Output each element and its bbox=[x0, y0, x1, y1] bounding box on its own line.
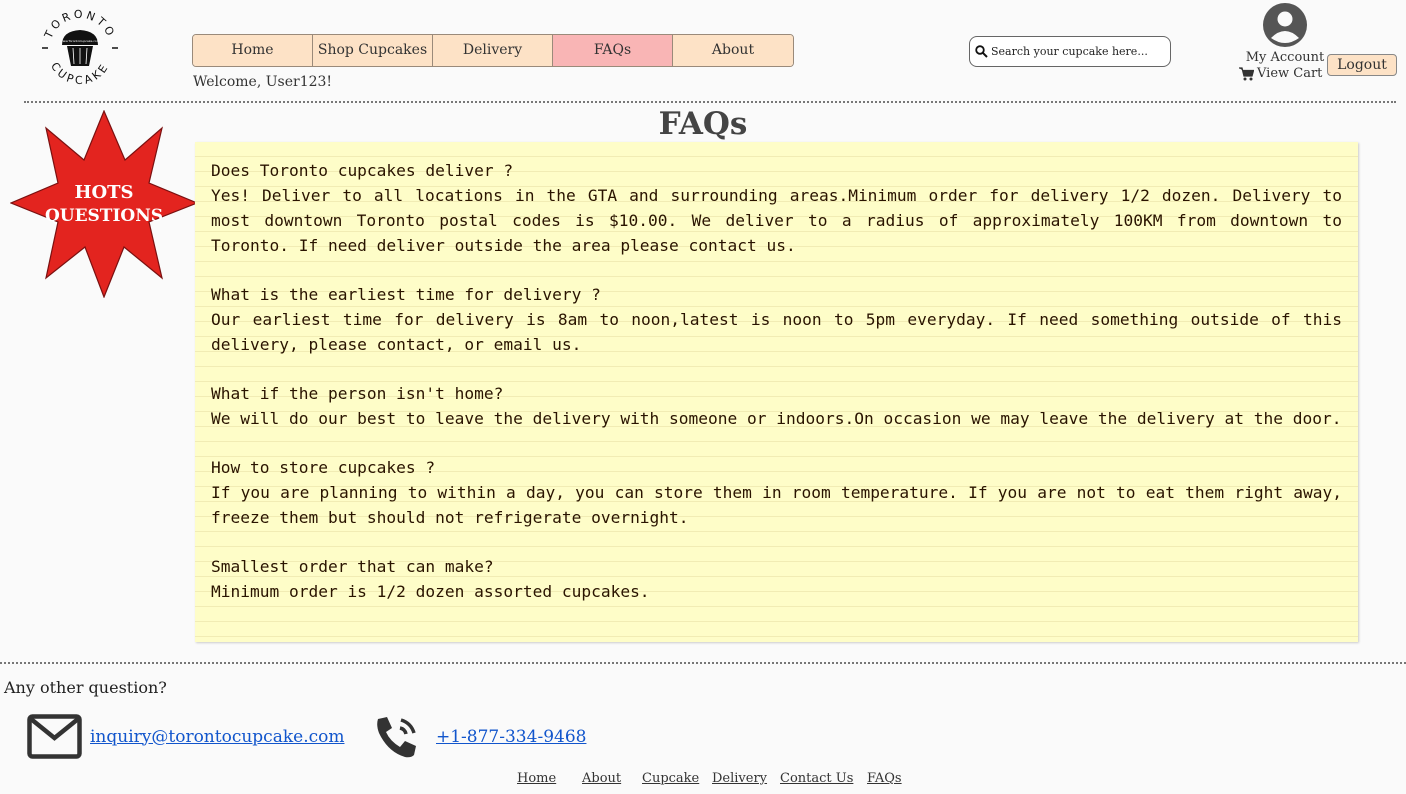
phone-icon bbox=[377, 717, 416, 758]
header-divider bbox=[24, 101, 1396, 103]
cart-icon bbox=[1239, 66, 1254, 80]
faq-question: How to store cupcakes ? bbox=[211, 458, 436, 477]
search-box[interactable] bbox=[969, 36, 1171, 67]
cupcake-logo-icon: TORONTO CUPCAKE www.TorontoCupcake.com bbox=[42, 8, 118, 87]
footer-link-cupcake[interactable]: Cupcake bbox=[642, 771, 699, 786]
nav-shop-cupcakes[interactable]: Shop Cupcakes bbox=[313, 35, 433, 66]
footer-link-faqs[interactable]: FAQs bbox=[867, 771, 902, 786]
faq-item: What is the earliest time for delivery ?… bbox=[211, 282, 1342, 357]
faq-answer: We will do our best to leave the deliver… bbox=[211, 409, 1342, 428]
faq-item: Smallest order that can make? Minimum or… bbox=[211, 554, 1342, 604]
view-cart-label: View Cart bbox=[1257, 66, 1323, 81]
email-contact: inquiry@torontocupcake.com bbox=[27, 714, 344, 759]
faq-question: What is the earliest time for delivery ? bbox=[211, 285, 601, 304]
my-account-label: My Account bbox=[1245, 50, 1325, 65]
welcome-message: Welcome, User123! bbox=[193, 74, 333, 90]
footer-link-delivery[interactable]: Delivery bbox=[712, 771, 767, 786]
nav-about[interactable]: About bbox=[673, 35, 793, 66]
faq-item: Does Toronto cupcakes deliver ? Yes! Del… bbox=[211, 158, 1342, 258]
other-question-heading: Any other question? bbox=[4, 678, 167, 697]
faq-question: Smallest order that can make? bbox=[211, 557, 494, 576]
envelope-icon bbox=[27, 714, 82, 759]
phone-link[interactable]: +1-877-334-9468 bbox=[436, 727, 586, 747]
badge-line2: QUESTIONS bbox=[45, 206, 163, 226]
faq-question: Does Toronto cupcakes deliver ? bbox=[211, 161, 514, 180]
footer-link-home[interactable]: Home bbox=[517, 771, 556, 786]
badge-line1: HOTS bbox=[74, 182, 133, 203]
footer-link-contact-us[interactable]: Contact Us bbox=[780, 771, 853, 786]
logo-tiny-text: www.TorontoCupcake.com bbox=[60, 39, 99, 43]
phone-contact: +1-877-334-9468 bbox=[374, 714, 586, 760]
page-title: FAQs bbox=[658, 106, 748, 142]
faq-answer: Our earliest time for delivery is 8am to… bbox=[211, 310, 1342, 354]
faq-question: What if the person isn't home? bbox=[211, 384, 504, 403]
user-icon bbox=[1263, 3, 1307, 47]
faq-answer: Yes! Deliver to all locations in the GTA… bbox=[211, 186, 1342, 255]
faq-item: What if the person isn't home? We will d… bbox=[211, 381, 1342, 431]
brand-logo[interactable]: TORONTO CUPCAKE www.TorontoCupcake.com bbox=[40, 8, 120, 88]
logout-button[interactable]: Logout bbox=[1327, 54, 1397, 76]
faq-answer: If you are planning to within a day, you… bbox=[211, 483, 1342, 527]
footer-divider bbox=[0, 662, 1406, 664]
footer-link-about[interactable]: About bbox=[582, 771, 621, 786]
email-link[interactable]: inquiry@torontocupcake.com bbox=[90, 727, 344, 747]
search-icon bbox=[975, 45, 988, 58]
main-nav: Home Shop Cupcakes Delivery FAQs About bbox=[192, 34, 794, 67]
faq-item: How to store cupcakes ? If you are plann… bbox=[211, 455, 1342, 530]
nav-faqs[interactable]: FAQs bbox=[553, 35, 673, 66]
nav-delivery[interactable]: Delivery bbox=[433, 35, 553, 66]
faq-answer: Minimum order is 1/2 dozen assorted cupc… bbox=[211, 582, 650, 601]
nav-home[interactable]: Home bbox=[193, 35, 313, 66]
faq-note: Does Toronto cupcakes deliver ? Yes! Del… bbox=[195, 142, 1358, 642]
view-cart-link[interactable]: View Cart bbox=[1239, 66, 1322, 81]
search-input[interactable] bbox=[988, 45, 1168, 58]
my-account-link[interactable]: My Account bbox=[1238, 2, 1332, 65]
